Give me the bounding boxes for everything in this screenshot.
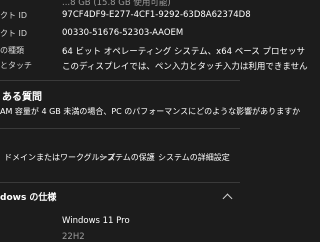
chevron-up-icon[interactable] <box>222 193 233 204</box>
device-id-label: クト ID <box>0 11 28 20</box>
faq-question[interactable]: AM 容量が 4 GB 未満の場合、PC のパフォーマンスにどのような影響があり… <box>0 106 300 117</box>
windows-spec-title: dows の仕様 <box>0 193 57 203</box>
system-type-value: 64 ビット オペレーティング システム、x64 ベース プロセッサ <box>62 47 305 57</box>
faq-title: ある質問 <box>2 92 42 103</box>
related-links-bar: ドメインまたはワークグループ システムの保護 システムの詳細設定 <box>0 152 240 174</box>
section-divider <box>0 80 240 81</box>
windows-version-value: 22H2 <box>62 232 85 242</box>
system-type-label: の種類 <box>0 46 24 55</box>
product-id-label: クト ID <box>0 29 28 38</box>
system-protection-link[interactable]: システムの保護 <box>99 152 155 163</box>
section-divider <box>0 182 240 183</box>
section-divider <box>0 128 240 129</box>
advanced-system-settings-link[interactable]: システムの詳細設定 <box>158 152 230 163</box>
ram-value-partial: ...8 GB (15.8 GB 使用可能) <box>62 0 171 8</box>
device-id-value: 97CF4DF9-E277-4CF1-9292-63D8A62374D8 <box>62 10 251 20</box>
product-id-value: 00330-51676-52303-AAOEM <box>62 28 184 38</box>
pen-touch-label: とタッチ <box>0 61 32 70</box>
windows-edition-value: Windows 11 Pro <box>62 216 130 226</box>
pen-touch-value: このディスプレイでは、ペン入力とタッチ入力は利用できません <box>62 62 308 72</box>
